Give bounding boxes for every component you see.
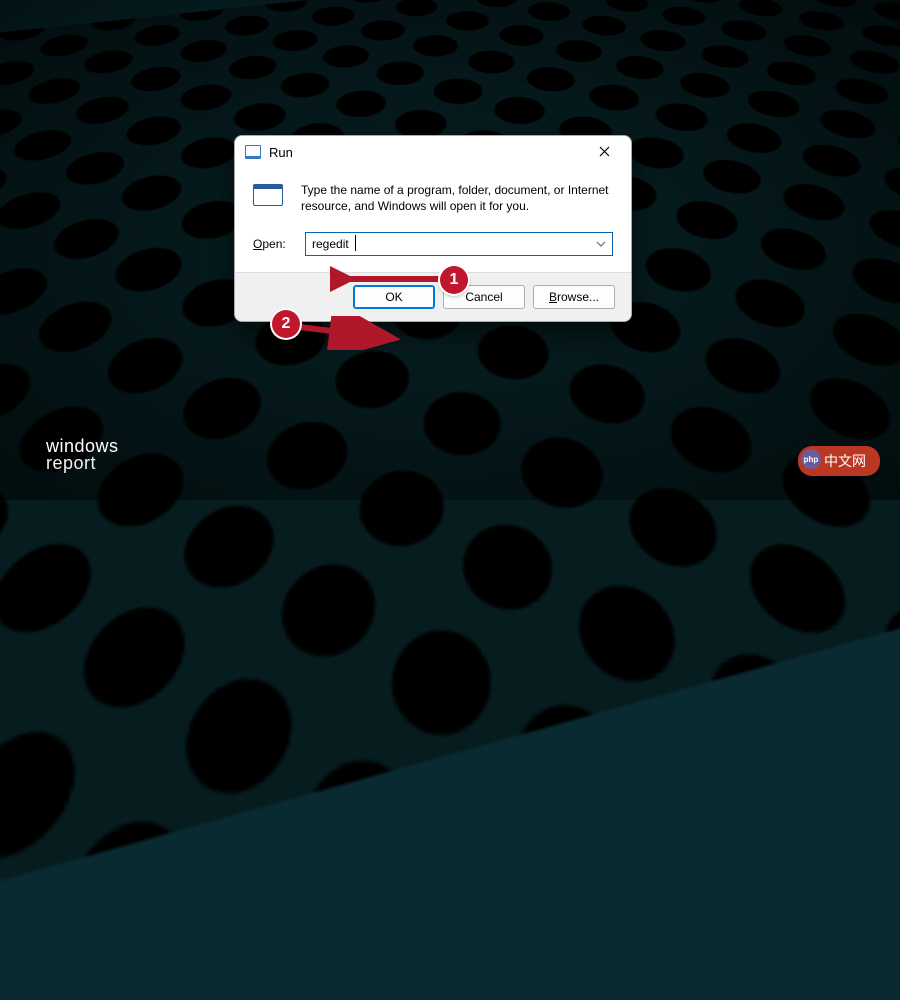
watermark-windows-report: windows report — [46, 438, 119, 472]
open-label: Open: — [253, 237, 293, 251]
close-button[interactable] — [583, 138, 625, 166]
annotation-badge-2: 2 — [272, 310, 300, 338]
titlebar[interactable]: Run — [235, 136, 631, 168]
annotation-arrow-2 — [285, 316, 405, 350]
close-icon — [599, 144, 610, 161]
watermark-line2: report — [46, 455, 119, 472]
run-titlebar-icon — [245, 145, 261, 159]
text-caret — [355, 235, 356, 251]
run-app-icon — [253, 184, 287, 212]
watermark-php-cn: php 中文网 — [798, 446, 880, 476]
php-badge-icon: php — [801, 449, 821, 469]
open-input[interactable] — [305, 232, 613, 256]
dialog-description: Type the name of a program, folder, docu… — [301, 182, 613, 214]
run-dialog: Run Type the name of a program, folder, … — [234, 135, 632, 322]
chevron-down-icon[interactable] — [593, 236, 609, 252]
dialog-title: Run — [269, 145, 293, 160]
annotation-badge-1: 1 — [440, 266, 468, 294]
watermark-right-text: 中文网 — [824, 451, 866, 471]
browse-button[interactable]: Browse... — [533, 285, 615, 309]
open-combobox[interactable] — [305, 232, 613, 256]
